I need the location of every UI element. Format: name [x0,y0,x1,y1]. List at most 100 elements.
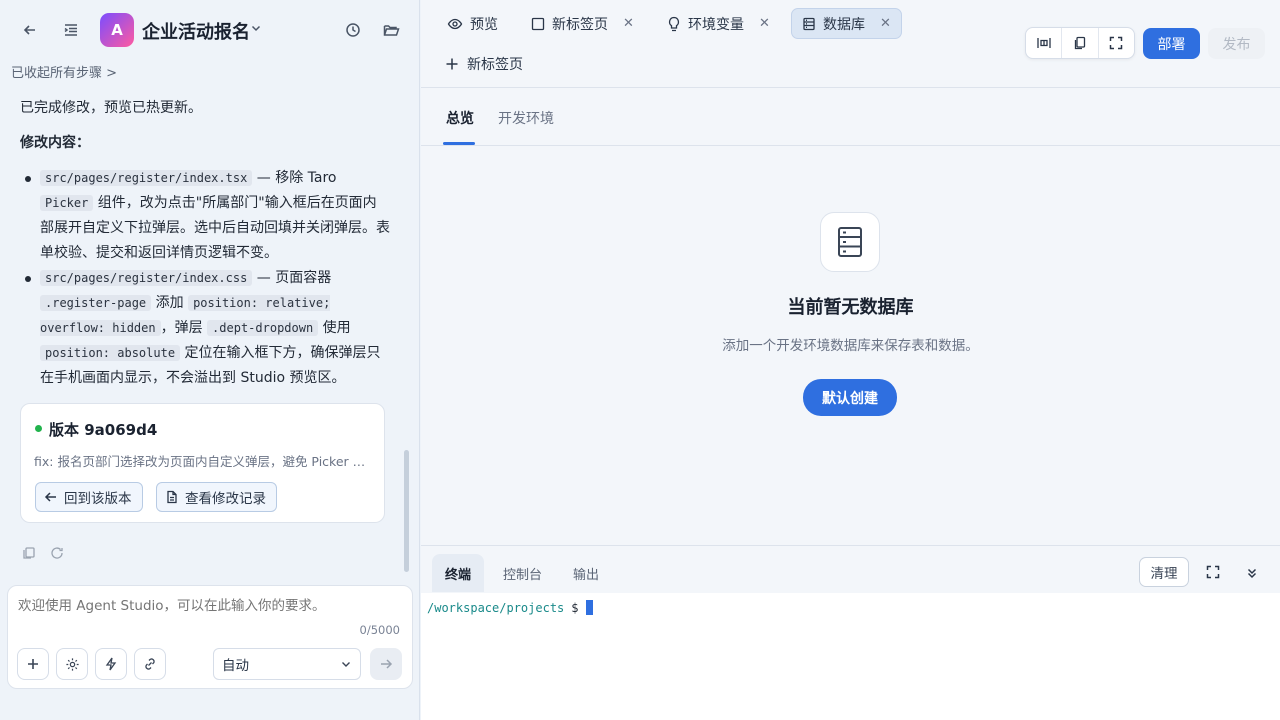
send-button[interactable] [370,648,402,680]
arrow-left-icon [44,492,56,502]
mode-value: 自动 [222,658,249,674]
terminal-tabs: 终端 控制台 输出 清理 [421,546,1280,593]
publish-button[interactable]: 发布 [1208,28,1265,59]
tab-output[interactable]: 输出 [560,554,612,592]
gear-icon [65,657,79,671]
history-label: 查看修改记录 [185,491,266,507]
tab-database[interactable]: 数据库 ✕ [791,8,902,39]
folder-icon[interactable] [377,16,405,44]
changes-heading: 修改内容： [20,135,90,151]
link-button[interactable] [134,648,166,680]
text-span: — 移除 Taro [252,170,337,186]
settings-button[interactable] [56,648,88,680]
tab-terminal[interactable]: 终端 [432,554,485,592]
history-icon[interactable] [339,16,367,44]
create-database-button[interactable]: 默认创建 [803,379,897,416]
collapse-panel-icon[interactable] [1238,559,1266,587]
prompt-path: /workspace/projects [427,600,565,615]
columns-icon[interactable] [1026,28,1063,58]
sidebar-toggle-icon[interactable] [57,16,85,44]
view-toolbar [1025,27,1135,59]
deploy-button[interactable]: 部署 [1143,28,1200,59]
database-icon [820,212,880,272]
subtab-dev-env[interactable]: 开发环境 [498,108,554,128]
workspace-panel: 预览 新标签页 ✕ 环境变量 ✕ 数据库 ✕ 新标签页 部署 发布 总览 开发环… [421,0,1280,720]
copy-icon[interactable] [22,545,36,564]
list-item: src/pages/register/index.tsx — 移除 Taro P… [20,166,390,266]
empty-state-description: 添加一个开发环境数据库来保存表和数据。 [722,338,979,354]
text-span: — 页面容器 [252,270,332,286]
text-span: 使用 [318,320,351,336]
empty-state-title: 当前暂无数据库 [787,297,914,318]
assistant-message: 已完成修改，预览已热更新。 修改内容： src/pages/register/i… [20,96,390,391]
link-icon [145,658,155,670]
document-icon [167,490,177,504]
new-tab-button[interactable]: 新标签页 [445,54,523,74]
chat-panel: A 企业活动报名 已收起所有步骤 > 已完成修改，预览已热更新。 修改内容： s… [0,0,420,720]
tab-label: 预览 [470,16,498,33]
prompt-input[interactable] [18,598,398,614]
tab-env-vars[interactable]: 环境变量 ✕ [657,8,780,39]
close-icon[interactable]: ✕ [759,16,770,31]
database-icon [803,17,815,30]
text-span: 添加 [151,295,189,311]
plus-icon [446,58,458,70]
text-span: 组件，改为点击"所属部门"输入框后在页面内部展开自定义下拉弹层。选中后自动回填并… [40,195,390,261]
tab-bar: 预览 新标签页 ✕ 环境变量 ✕ 数据库 ✕ 新标签页 部署 发布 [421,0,1280,88]
inline-code: Picker [40,195,94,211]
quick-action-button[interactable] [95,648,127,680]
add-button[interactable] [17,648,49,680]
status-dot [35,425,42,432]
tab-label: 新标签页 [552,16,608,33]
subtab-overview[interactable]: 总览 [446,108,474,128]
fullscreen-icon[interactable] [1199,558,1227,586]
version-description: fix: 报名页部门选择改为页面内自定义弹层，避免 Picker … [34,454,366,469]
composer: 0/5000 自动 [7,585,413,689]
tab-label: 环境变量 [688,16,744,33]
close-icon[interactable]: ✕ [880,16,891,31]
fullscreen-icon[interactable] [1099,28,1134,58]
database-subtabs: 总览 开发环境 [421,88,1280,146]
arrow-right-icon [381,659,393,669]
terminal-cursor [585,600,593,615]
close-icon[interactable]: ✕ [623,16,634,31]
terminal-prompt[interactable]: /workspace/projects $ [427,600,593,615]
file-path-code: src/pages/register/index.tsx [40,170,253,186]
view-history-button[interactable]: 查看修改记录 [156,482,277,512]
version-title: 版本 9a069d4 [49,421,158,439]
message-actions [22,545,64,564]
tab-new[interactable]: 新标签页 ✕ [521,8,644,39]
version-card: 版本 9a069d4 fix: 报名页部门选择改为页面内自定义弹层，避免 Pic… [20,403,385,523]
revert-version-button[interactable]: 回到该版本 [35,482,143,512]
bulb-icon [668,16,680,31]
active-tab-indicator [443,142,475,145]
scrollbar-thumb[interactable] [404,450,409,572]
plus-icon [28,659,38,669]
changes-list: src/pages/register/index.tsx — 移除 Taro P… [20,166,390,391]
char-count: 0/5000 [359,623,400,637]
collapse-steps-link[interactable]: 已收起所有步骤 > [11,62,117,81]
list-item: src/pages/register/index.css — 页面容器 .reg… [20,266,390,391]
tab-console[interactable]: 控制台 [490,554,555,592]
tab-label: 数据库 [823,16,865,33]
new-tab-label: 新标签页 [467,57,523,73]
inline-code: .dept-dropdown [207,320,319,336]
text-span: ，弹层 [160,320,208,336]
app-title[interactable]: 企业活动报名 [142,18,250,44]
chevron-down-icon [342,662,350,667]
terminal-panel: 终端 控制台 输出 清理 /workspace/projects $ [421,545,1280,720]
chevron-down-icon[interactable] [250,22,262,37]
eye-icon [447,18,463,29]
inline-code: position: absolute [40,345,181,361]
clear-button[interactable]: 清理 [1139,557,1189,587]
inline-code: .register-page [40,295,152,311]
prompt-symbol: $ [571,600,579,615]
back-arrow-icon[interactable] [16,16,44,44]
tab-preview[interactable]: 预览 [437,8,508,39]
refresh-icon[interactable] [50,545,64,564]
file-path-code: src/pages/register/index.css [40,270,253,286]
mode-select[interactable]: 自动 [213,648,361,680]
summary-text: 已完成修改，预览已热更新。 [20,100,202,116]
copy-icon[interactable] [1062,28,1099,58]
square-icon [531,17,545,30]
